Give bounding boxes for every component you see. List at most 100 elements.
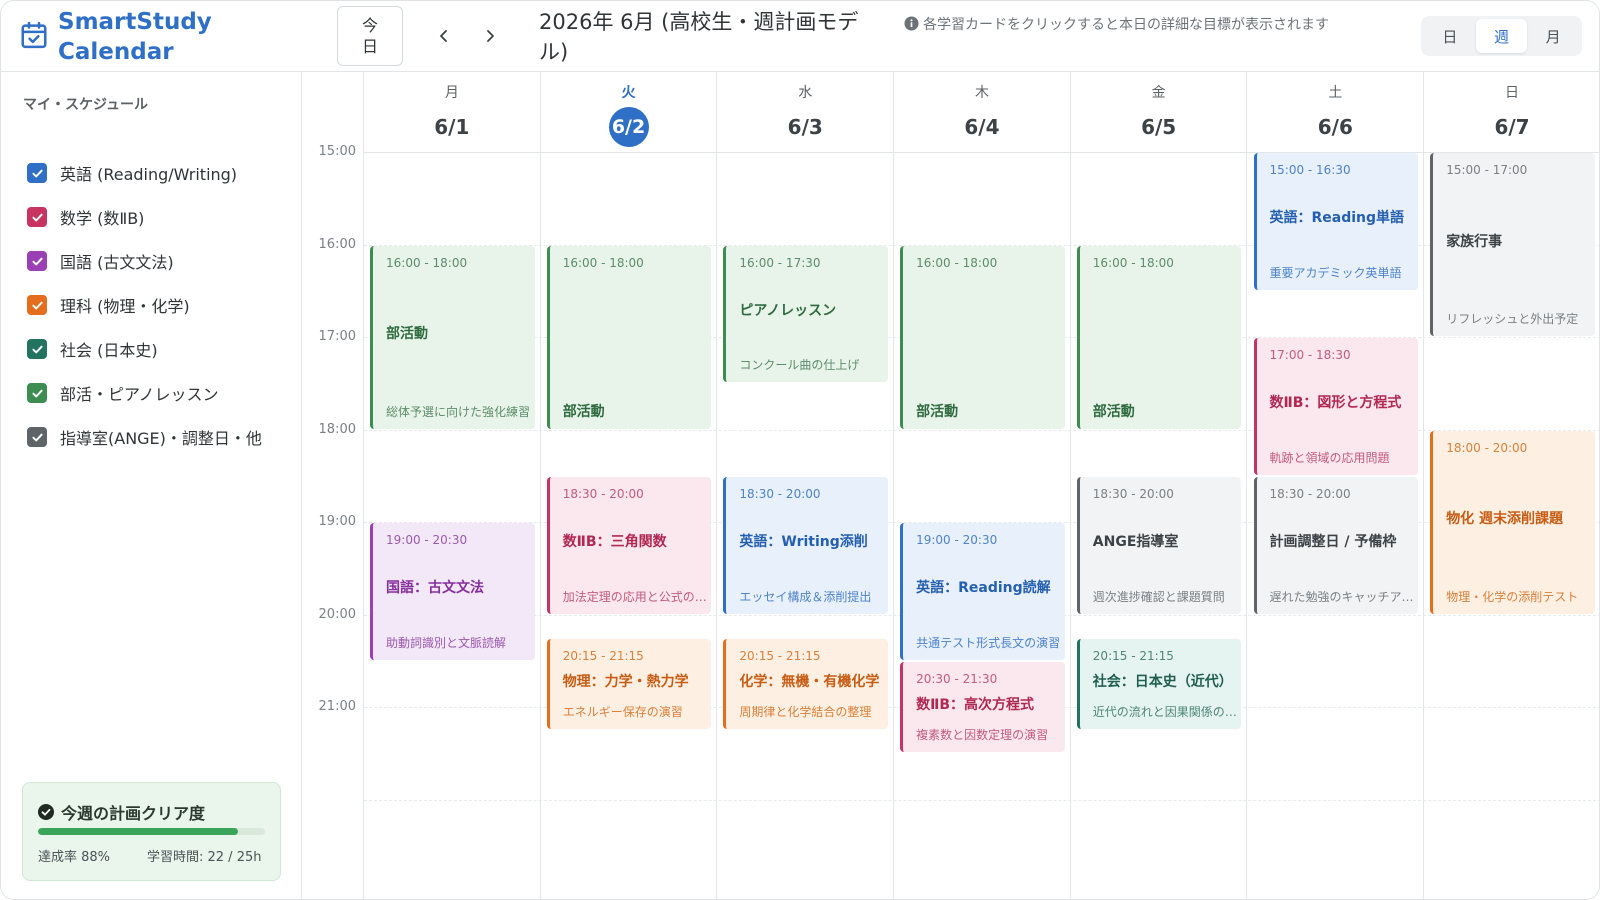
event-title: 英語：Reading読解 bbox=[916, 580, 1051, 597]
event-card[interactable]: 20:15 - 21:15 社会：日本史（近代） 近代の流れと因果関係の整理 bbox=[1076, 638, 1242, 730]
event-card[interactable]: 18:30 - 20:00 英語：Writing添削 エッセイ構成＆添削提出 bbox=[723, 476, 889, 614]
week-grid: 15:00 16:00 17:00 18:00 19:00 20:00 21:00 月 6/1… bbox=[302, 72, 1599, 899]
event-title: 数ⅡB：三角関数 bbox=[562, 534, 667, 551]
day-header: 土 6/6 bbox=[1248, 72, 1424, 152]
event-title: ピアノレッスン bbox=[739, 302, 837, 319]
event-time: 16:00 - 18:00 bbox=[562, 255, 644, 270]
checkbox[interactable] bbox=[27, 427, 47, 447]
day-column[interactable]: 月 6/1 bbox=[364, 72, 541, 899]
event-time: 20:30 - 21:30 bbox=[916, 671, 998, 686]
calendar-item[interactable]: 英語 (Reading/Writing) bbox=[27, 151, 262, 195]
calendar-item[interactable]: 社会 (日本史) bbox=[27, 327, 262, 371]
event-subtitle: 共通テスト形式長文の演習 bbox=[916, 635, 1061, 650]
event-subtitle: コンクール曲の仕上げ bbox=[739, 358, 860, 373]
chevron-right-icon bbox=[487, 30, 494, 42]
checkbox[interactable] bbox=[27, 295, 47, 315]
event-title: 英語：Reading単語 bbox=[1269, 210, 1405, 227]
day-date[interactable]: 6/4 bbox=[962, 107, 1002, 147]
event-card[interactable]: 16:00 - 18:00 部活動 総体予選に向けた強化練習 bbox=[370, 245, 535, 429]
day-date[interactable]: 6/6 bbox=[1315, 107, 1355, 147]
checkbox[interactable] bbox=[27, 207, 47, 227]
day-column[interactable]: 木 6/4 bbox=[894, 72, 1071, 899]
event-card[interactable]: 16:00 - 18:00 部活動 bbox=[1076, 245, 1242, 429]
event-subtitle: 周期律と化学結合の整理 bbox=[739, 705, 872, 720]
next-week-button[interactable] bbox=[475, 21, 505, 51]
view-switcher: 日週月 bbox=[1421, 16, 1582, 56]
today-button[interactable]: 今日 bbox=[337, 6, 403, 66]
event-title: 物理：力学・熱力学 bbox=[562, 673, 689, 690]
progress-bar-fill bbox=[38, 828, 238, 835]
calendar-item[interactable]: 数学 (数ⅡB) bbox=[27, 195, 262, 239]
period-title: 2026年 6月 (高校生・週計画モデル) bbox=[539, 10, 859, 64]
event-card[interactable]: 19:00 - 20:30 英語：Reading読解 共通テスト形式長文の演習 bbox=[900, 523, 1065, 660]
day-date[interactable]: 6/1 bbox=[432, 107, 472, 147]
checkbox[interactable] bbox=[27, 163, 47, 183]
event-time: 19:00 - 20:30 bbox=[916, 533, 998, 547]
event-subtitle: エネルギー保存の演習 bbox=[562, 705, 683, 720]
event-subtitle: 複素数と因数定理の演習 bbox=[916, 728, 1049, 743]
event-title: 化学：無機・有機化学 bbox=[739, 673, 880, 690]
day-of-week: 金 bbox=[1151, 85, 1166, 101]
event-title: 社会：日本史（近代） bbox=[1092, 673, 1233, 690]
day-header: 月 6/1 bbox=[364, 72, 540, 152]
time-label: 21:00 bbox=[318, 699, 356, 714]
event-card[interactable]: 18:00 - 20:00 物化 週末添削課題 物理・化学の添削テスト bbox=[1430, 430, 1595, 614]
event-time: 15:00 - 16:30 bbox=[1269, 163, 1351, 177]
event-subtitle: 物理・化学の添削テスト bbox=[1446, 589, 1579, 604]
event-subtitle: 加法定理の応用と公式の導出 bbox=[562, 589, 710, 604]
checkbox[interactable] bbox=[27, 251, 47, 271]
event-subtitle: 近代の流れと因果関係の整理 bbox=[1092, 705, 1240, 720]
event-card[interactable]: 15:00 - 16:30 英語：Reading単語 重要アカデミック英単語 bbox=[1253, 153, 1419, 290]
calendar-item-label: 社会 (日本史) bbox=[60, 341, 158, 360]
event-card[interactable]: 20:15 - 21:15 化学：無機・有機化学 周期律と化学結合の整理 bbox=[723, 638, 889, 730]
calendar-item-label: 数学 (数ⅡB) bbox=[60, 209, 145, 228]
event-time: 18:30 - 20:00 bbox=[739, 486, 821, 501]
day-date[interactable]: 6/7 bbox=[1492, 107, 1532, 147]
event-time: 16:00 - 18:00 bbox=[386, 255, 468, 270]
event-title: 部活動 bbox=[916, 403, 959, 420]
checkbox[interactable] bbox=[27, 339, 47, 359]
day-of-week: 水 bbox=[798, 85, 813, 101]
event-card[interactable]: 18:30 - 20:00 計画調整日 / 予備枠 遅れた勉強のキャッチアップ bbox=[1253, 476, 1419, 614]
event-card[interactable]: 18:30 - 20:00 ANGE指導室 週次進捗確認と課題質問 bbox=[1076, 476, 1242, 614]
view-option-week[interactable]: 週 bbox=[1475, 19, 1528, 53]
hint-label: 各学習カードをクリックすると本日の詳細な目標が表示されます bbox=[923, 17, 1329, 33]
day-header: 日 6/7 bbox=[1424, 72, 1599, 152]
checkmark-icon bbox=[31, 213, 43, 221]
view-option-month[interactable]: 月 bbox=[1527, 19, 1579, 53]
event-subtitle: エッセイ構成＆添削提出 bbox=[739, 589, 872, 604]
event-card[interactable]: 20:30 - 21:30 数ⅡB：高次方程式 複素数と因数定理の演習 bbox=[900, 661, 1065, 753]
event-card[interactable]: 16:00 - 18:00 部活動 bbox=[900, 245, 1065, 429]
event-time: 16:00 - 18:00 bbox=[1092, 255, 1174, 270]
calendar-item-label: 指導室(ANGE)・調整日・他 bbox=[60, 429, 262, 448]
event-time: 19:00 - 20:30 bbox=[386, 533, 468, 547]
calendar-list: 英語 (Reading/Writing) 数学 (数ⅡB) 国語 (古文文法) 理科 … bbox=[27, 151, 262, 459]
day-date[interactable]: 6/2 bbox=[608, 107, 649, 147]
sidebar: マイ・スケジュール 英語 (Reading/Writing) 数学 (数ⅡB) 国語… bbox=[1, 72, 302, 899]
event-card[interactable]: 18:30 - 20:00 数ⅡB：三角関数 加法定理の応用と公式の導出 bbox=[546, 476, 712, 614]
event-time: 18:30 - 20:00 bbox=[1269, 486, 1351, 501]
event-card[interactable]: 16:00 - 17:30 ピアノレッスン コンクール曲の仕上げ bbox=[723, 245, 889, 383]
calendar-item[interactable]: 国語 (古文文法) bbox=[27, 239, 262, 283]
event-card[interactable]: 17:00 - 18:30 数ⅡB：図形と方程式 軌跡と領域の応用問題 bbox=[1253, 338, 1419, 475]
day-header: 火 6/2 bbox=[541, 72, 717, 152]
day-date[interactable]: 6/5 bbox=[1139, 107, 1179, 147]
prev-week-button[interactable] bbox=[429, 21, 459, 51]
progress-rate: 達成率 88% bbox=[38, 850, 111, 865]
checkmark-icon bbox=[31, 345, 43, 353]
event-time: 20:15 - 21:15 bbox=[1092, 648, 1174, 663]
event-card[interactable]: 16:00 - 18:00 部活動 bbox=[546, 245, 712, 429]
checkbox[interactable] bbox=[27, 383, 47, 403]
day-date[interactable]: 6/3 bbox=[785, 107, 825, 147]
event-time: 17:00 - 18:30 bbox=[1269, 348, 1351, 362]
calendar-item[interactable]: 理科 (物理・化学) bbox=[27, 283, 262, 327]
event-subtitle: 遅れた勉強のキャッチアップ bbox=[1269, 589, 1417, 604]
event-card[interactable]: 19:00 - 20:30 国語：古文文法 助動詞識別と文脈読解 bbox=[370, 523, 535, 660]
event-card[interactable]: 15:00 - 17:00 家族行事 リフレッシュと外出予定 bbox=[1430, 153, 1595, 336]
view-option-day[interactable]: 日 bbox=[1424, 19, 1476, 53]
event-card[interactable]: 20:15 - 21:15 物理：力学・熱力学 エネルギー保存の演習 bbox=[546, 638, 712, 730]
weekly-progress-card: 今週の計画クリア度 達成率 88% 学習時間: 22 / 25h bbox=[22, 782, 281, 881]
calendar-item[interactable]: 部活・ピアノレッスン bbox=[27, 371, 262, 415]
calendar-item[interactable]: 指導室(ANGE)・調整日・他 bbox=[27, 415, 262, 459]
event-subtitle: リフレッシュと外出予定 bbox=[1446, 312, 1579, 326]
